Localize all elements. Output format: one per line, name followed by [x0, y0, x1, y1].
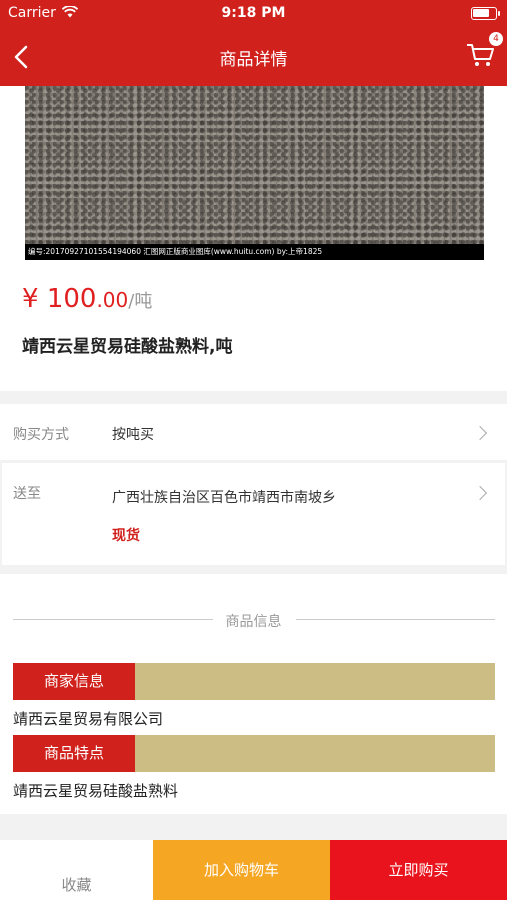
- merchant-info-tag: 商家信息: [13, 663, 135, 700]
- add-to-cart-button[interactable]: 加入购物车: [153, 840, 330, 900]
- product-info-section: 商品信息 商家信息 靖西云星贸易有限公司 商品特点 靖西云星贸易硅酸盐熟料: [0, 574, 507, 814]
- shipping-address: 广西壮族自治区百色市靖西市南坡乡: [112, 490, 336, 506]
- product-price: ¥ 100.00/吨: [22, 284, 152, 314]
- buy-now-button[interactable]: 立即购买: [330, 840, 507, 900]
- battery-icon: [471, 7, 500, 20]
- price-decimal: .00: [96, 288, 129, 312]
- price-unit: /吨: [128, 291, 153, 312]
- merchant-name: 靖西云星贸易有限公司: [13, 710, 164, 728]
- purchase-method-row[interactable]: 购买方式 按吨买: [0, 404, 507, 460]
- price-section: ¥ 100.00/吨 靖西云星贸易硅酸盐熟料,吨: [0, 264, 507, 391]
- product-image-area: 编号:20170927101554194060 汇图网正版商业图库(www.hu…: [0, 86, 507, 264]
- shipping-row[interactable]: 送至 广西壮族自治区百色市靖西市南坡乡 现货: [2, 463, 505, 565]
- merchant-info-bar: 商家信息: [13, 663, 495, 700]
- price-integer: 100: [46, 284, 97, 314]
- page-title: 商品详情: [219, 50, 288, 70]
- status-time: 9:18 PM: [221, 5, 286, 21]
- product-feature-tag: 商品特点: [13, 735, 135, 772]
- stock-status: 现货: [112, 528, 140, 544]
- purchase-method-label: 购买方式: [13, 427, 69, 443]
- cart-count-badge: 4: [489, 32, 503, 46]
- purchase-method-value: 按吨买: [112, 427, 154, 443]
- product-info-title: 商品信息: [225, 614, 282, 630]
- product-feature-bar: 商品特点: [13, 735, 495, 772]
- product-feature-text: 靖西云星贸易硅酸盐熟料: [13, 782, 179, 800]
- currency-symbol: ¥: [22, 284, 39, 314]
- favorite-button[interactable]: 收藏: [0, 840, 153, 900]
- image-watermark: 编号:20170927101554194060 汇图网正版商业图库(www.hu…: [25, 244, 484, 260]
- product-photo[interactable]: [25, 86, 484, 244]
- shipping-label: 送至: [13, 486, 41, 502]
- product-name: 靖西云星贸易硅酸盐熟料,吨: [22, 337, 233, 357]
- bottom-action-bar: 收藏 加入购物车 立即购买: [0, 840, 507, 900]
- status-bar: Carrier 9:18 PM: [0, 0, 507, 28]
- navigation-bar: 商品详情 4: [0, 28, 507, 86]
- chevron-right-icon: [472, 485, 488, 501]
- divider-right: [296, 619, 495, 620]
- chevron-right-icon: [472, 425, 488, 441]
